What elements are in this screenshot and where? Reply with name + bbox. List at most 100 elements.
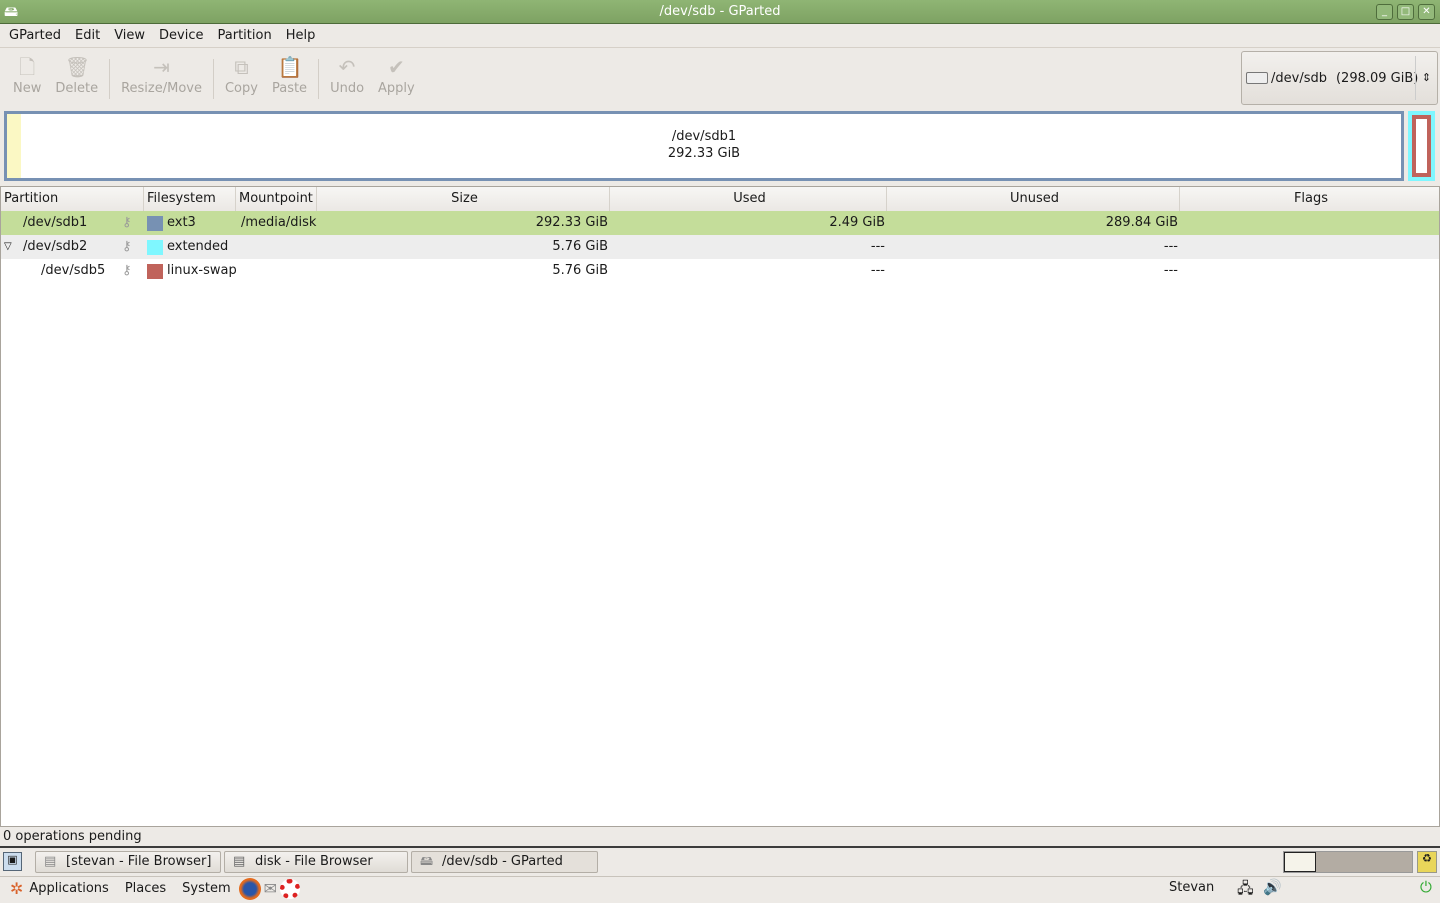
header-unused[interactable]: Unused [887, 187, 1180, 211]
separator [109, 59, 111, 99]
partition-map-sdb5[interactable] [1412, 115, 1431, 177]
unused-cell: --- [1163, 263, 1178, 278]
delete-label: Delete [55, 81, 99, 96]
workspace-1[interactable] [1284, 852, 1316, 872]
unused-cell: --- [1163, 239, 1178, 254]
system-menu[interactable]: System [182, 881, 230, 896]
close-button[interactable]: ✕ [1418, 4, 1435, 20]
top-panel: ✲ Applications Places System ✉ Stevan 🖧 … [0, 876, 1440, 900]
device-size: (298.09 GiB) [1335, 70, 1419, 86]
minimize-button[interactable]: _ [1376, 4, 1393, 20]
copy-label: Copy [224, 81, 258, 96]
new-button[interactable]: 🗋 New [6, 55, 48, 96]
menu-help[interactable]: Help [279, 24, 323, 47]
device-selector[interactable]: /dev/sdb (298.09 GiB) ⇕ [1241, 51, 1438, 105]
resize-icon: ⇥ [153, 55, 170, 79]
menu-edit[interactable]: Edit [68, 24, 107, 47]
copy-button[interactable]: ⧉ Copy [218, 55, 265, 96]
logout-icon[interactable]: ⏻ [1420, 878, 1432, 896]
expander-triangle-icon[interactable]: ▽ [4, 235, 12, 259]
menu-bar: GParted Edit View Device Partition Help [0, 24, 1440, 48]
toolbar: 🗋 New 🗑 Delete ⇥ Resize/Move ⧉ Copy 📋 Paste ↶… [0, 49, 1240, 107]
task-label: disk - File Browser [255, 854, 373, 869]
menu-view[interactable]: View [107, 24, 152, 47]
paste-label: Paste [271, 81, 308, 96]
window-title: /dev/sdb - GParted [659, 4, 781, 19]
file-browser-icon: ▤ [44, 854, 57, 869]
resize-move-button[interactable]: ⇥ Resize/Move [114, 55, 209, 96]
filesystem-color-swatch [147, 216, 163, 231]
show-desktop-button[interactable]: ▣ [3, 852, 22, 871]
firefox-icon[interactable] [238, 877, 261, 900]
taskbar-item-gparted[interactable]: 🖴 /dev/sdb - GParted [411, 851, 598, 873]
key-icon: ⚷ [122, 263, 132, 278]
header-partition[interactable]: Partition [1, 187, 144, 211]
header-flags[interactable]: Flags [1180, 187, 1439, 211]
filesystem-cell: extended [167, 239, 229, 254]
file-browser-icon: ▤ [233, 854, 246, 869]
key-icon: ⚷ [122, 215, 132, 230]
harddisk-icon [1246, 72, 1268, 84]
partition-cell: /dev/sdb5 [41, 263, 106, 278]
partition-map-size: 292.33 GiB [667, 146, 741, 161]
paste-icon: 📋 [277, 55, 303, 79]
size-cell: 5.76 GiB [552, 239, 608, 254]
trash-icon: 🗑 [64, 55, 91, 79]
used-cell: --- [870, 239, 885, 254]
task-label: [stevan - File Browser] [66, 854, 212, 869]
status-bar: 0 operations pending [0, 828, 1440, 848]
places-menu[interactable]: Places [125, 881, 166, 896]
filesystem-cell: ext3 [167, 215, 196, 230]
partition-cell: /dev/sdb1 [23, 215, 88, 230]
header-used[interactable]: Used [610, 187, 887, 211]
separator [212, 59, 214, 99]
apply-label: Apply [378, 81, 415, 96]
checkmark-icon: ✔ [387, 55, 405, 79]
title-bar: 🖴 /dev/sdb - GParted _ □ ✕ [0, 0, 1440, 24]
help-lifebuoy-icon[interactable] [280, 878, 301, 899]
table-row[interactable]: ▽ /dev/sdb2 ⚷ extended 5.76 GiB --- --- [1, 235, 1439, 259]
header-mountpoint[interactable]: Mountpoint [236, 187, 317, 211]
size-cell: 5.76 GiB [552, 263, 608, 278]
menu-device[interactable]: Device [152, 24, 210, 47]
resize-label: Resize/Move [121, 81, 202, 96]
paste-button[interactable]: 📋 Paste [265, 55, 314, 96]
header-size[interactable]: Size [317, 187, 610, 211]
used-cell: 2.49 GiB [829, 215, 885, 230]
unused-cell: 289.84 GiB [1105, 215, 1178, 230]
menu-gparted[interactable]: GParted [2, 24, 68, 47]
new-label: New [13, 81, 42, 96]
table-row[interactable]: /dev/sdb1 ⚷ ext3 /media/disk 292.33 GiB … [1, 211, 1439, 235]
header-filesystem[interactable]: Filesystem [144, 187, 236, 211]
menu-partition[interactable]: Partition [211, 24, 279, 47]
copy-icon: ⧉ [234, 55, 249, 79]
mail-icon[interactable]: ✉ [264, 879, 277, 898]
filesystem-color-swatch [147, 264, 163, 279]
filesystem-color-swatch [147, 240, 163, 255]
taskbar-item-disk-file-browser[interactable]: ▤ disk - File Browser [224, 851, 408, 873]
mountpoint-cell: /media/disk [241, 215, 317, 230]
gparted-icon: 🖴 [420, 854, 434, 869]
volume-icon[interactable]: 🔊 [1263, 878, 1282, 896]
table-row[interactable]: /dev/sdb5 ⚷ linux-swap 5.76 GiB --- --- [1, 259, 1439, 283]
used-cell: --- [870, 263, 885, 278]
network-icon[interactable]: 🖧 [1237, 878, 1254, 903]
user-name[interactable]: Stevan [1169, 880, 1214, 895]
delete-button[interactable]: 🗑 Delete [48, 55, 105, 96]
trash-icon[interactable]: ♻ [1417, 851, 1437, 873]
partition-map-sdb1[interactable]: /dev/sdb1 292.33 GiB [4, 111, 1404, 181]
size-cell: 292.33 GiB [535, 215, 608, 230]
undo-icon: ↶ [338, 55, 356, 79]
app-icon: 🖴 [4, 4, 19, 20]
workspace-switcher[interactable] [1283, 851, 1413, 873]
taskbar-item-stevan-file-browser[interactable]: ▤ [stevan - File Browser] [35, 851, 221, 873]
partition-map-name: /dev/sdb1 [671, 129, 737, 144]
applications-menu[interactable]: Applications [29, 881, 108, 896]
apply-button[interactable]: ✔ Apply [371, 55, 422, 96]
maximize-button[interactable]: □ [1397, 4, 1414, 20]
taskbar: ▣ ▤ [stevan - File Browser] ▤ disk - File … [0, 849, 1440, 875]
undo-button[interactable]: ↶ Undo [323, 55, 371, 96]
key-icon: ⚷ [122, 239, 132, 254]
partition-map-sdb2[interactable] [1408, 111, 1435, 181]
partition-table: Partition Filesystem Mountpoint Size Use… [0, 186, 1440, 827]
